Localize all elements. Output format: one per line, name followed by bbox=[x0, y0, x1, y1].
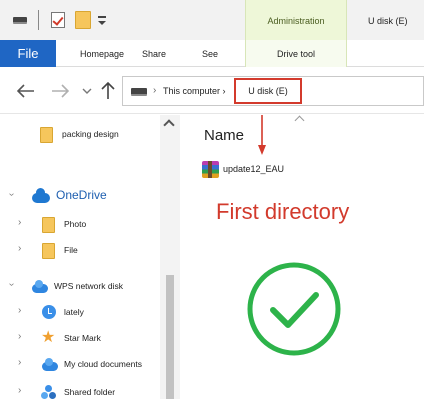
checkmark-circle-icon bbox=[247, 262, 341, 356]
tab-file[interactable]: File bbox=[0, 40, 56, 67]
file-name: update12_EAU bbox=[223, 164, 285, 174]
context-group-header: Administration bbox=[245, 0, 347, 40]
expand-chevron-icon[interactable]: › bbox=[6, 193, 17, 196]
tab-drive-tool[interactable]: Drive tool bbox=[245, 40, 347, 67]
sidebar-item-my-cloud-documents[interactable]: › My cloud documents bbox=[0, 353, 160, 377]
back-button[interactable] bbox=[14, 80, 38, 102]
ribbon-tabs: File Homepage Share See Drive tool bbox=[0, 40, 424, 67]
collapse-chevron-icon[interactable]: › bbox=[18, 243, 21, 254]
breadcrumb-u-disk[interactable]: U disk (E) bbox=[234, 78, 302, 104]
file-item-update12-eau[interactable]: update12_EAU bbox=[202, 159, 342, 181]
sidebar-item-file[interactable]: › File bbox=[0, 239, 160, 263]
breadcrumb-this-computer[interactable]: This computer › bbox=[163, 86, 226, 96]
tab-homepage[interactable]: Homepage bbox=[70, 40, 134, 67]
tab-share[interactable]: Share bbox=[136, 40, 172, 67]
shared-folder-icon bbox=[41, 385, 57, 399]
customize-quick-access-icon[interactable] bbox=[96, 10, 108, 30]
arrow-up-icon bbox=[101, 82, 115, 99]
clock-icon bbox=[42, 305, 56, 319]
column-header-name[interactable]: Name bbox=[204, 127, 244, 144]
folder-icon bbox=[40, 127, 53, 143]
breadcrumb-chevron-icon[interactable]: › bbox=[153, 85, 156, 96]
file-list-pane: Name update12_EAU First directory bbox=[180, 115, 424, 399]
collapse-chevron-icon[interactable]: › bbox=[18, 217, 21, 228]
recent-locations-button[interactable] bbox=[80, 80, 94, 102]
collapse-chevron-icon[interactable]: › bbox=[18, 305, 21, 316]
annotation-first-directory: First directory bbox=[216, 199, 350, 224]
toolbar-divider bbox=[38, 10, 39, 30]
archive-file-icon bbox=[202, 161, 219, 178]
folder-icon bbox=[42, 217, 55, 233]
onedrive-cloud-icon bbox=[32, 188, 50, 203]
new-folder-icon[interactable] bbox=[74, 10, 92, 30]
drive-icon[interactable] bbox=[12, 10, 28, 30]
tab-see[interactable]: See bbox=[190, 40, 230, 67]
sidebar-item-onedrive[interactable]: › OneDrive bbox=[0, 185, 160, 209]
this-computer-drive-icon bbox=[131, 88, 147, 96]
sidebar-item-photo[interactable]: › Photo bbox=[0, 213, 160, 237]
collapse-chevron-icon[interactable]: › bbox=[18, 385, 21, 396]
sidebar-item-wps-network-disk[interactable]: › WPS network disk bbox=[0, 275, 160, 299]
arrow-right-icon bbox=[52, 84, 69, 98]
folder-icon bbox=[42, 243, 55, 259]
scroll-up-icon[interactable] bbox=[163, 119, 175, 131]
chevron-down-icon bbox=[82, 88, 92, 94]
sort-ascending-icon bbox=[294, 115, 305, 126]
navigation-pane: packing design › OneDrive › Photo › File… bbox=[0, 115, 180, 399]
expand-chevron-icon[interactable]: › bbox=[6, 283, 17, 286]
sidebar-item-shared-folder[interactable]: › Shared folder bbox=[0, 381, 160, 399]
collapse-chevron-icon[interactable]: › bbox=[18, 357, 21, 368]
collapse-chevron-icon[interactable]: › bbox=[18, 331, 21, 342]
navigation-bar: › This computer › U disk (E) bbox=[0, 68, 424, 114]
star-icon: ★ bbox=[41, 329, 56, 346]
sidebar-scrollbar[interactable] bbox=[160, 115, 180, 399]
up-button[interactable] bbox=[98, 80, 118, 102]
context-group-label: Administration bbox=[267, 16, 325, 26]
properties-check-icon[interactable] bbox=[50, 10, 66, 30]
arrow-left-icon bbox=[17, 84, 34, 98]
sidebar-item-packing-design[interactable]: packing design bbox=[0, 123, 160, 147]
cloud-icon bbox=[42, 358, 58, 371]
sidebar-item-star-mark[interactable]: › ★ Star Mark bbox=[0, 327, 160, 351]
sidebar-item-lately[interactable]: › lately bbox=[0, 301, 160, 325]
forward-button[interactable] bbox=[48, 80, 72, 102]
address-bar[interactable]: › This computer › U disk (E) bbox=[122, 76, 424, 106]
wps-cloud-icon bbox=[32, 280, 48, 293]
scrollbar-thumb[interactable] bbox=[166, 275, 174, 399]
window-title: U disk (E) bbox=[368, 16, 408, 26]
title-bar: Administration U disk (E) bbox=[0, 0, 424, 40]
